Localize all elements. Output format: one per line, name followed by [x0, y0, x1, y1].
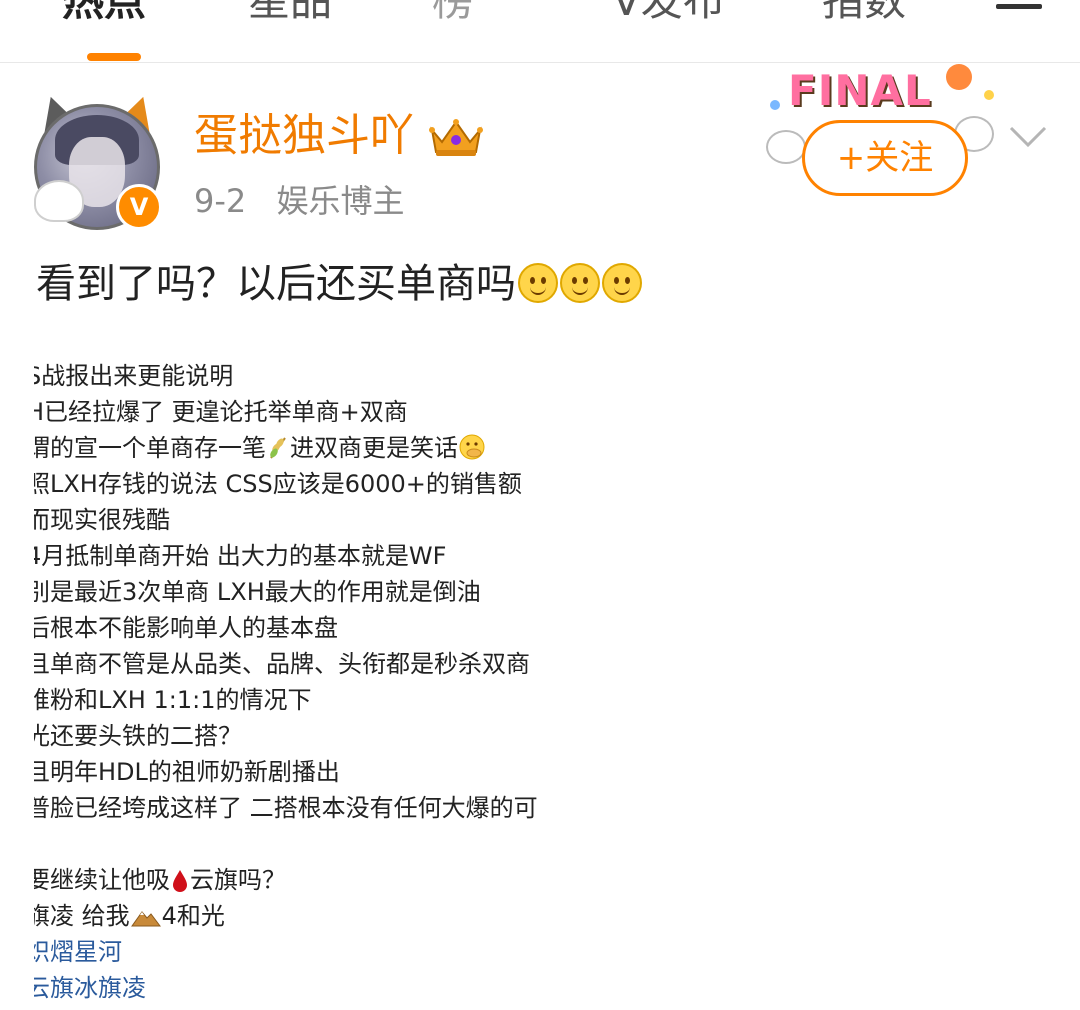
body-line: 要继续让他吸 云旗吗？	[34, 866, 286, 894]
mountain-icon	[130, 911, 161, 927]
blood-drop-icon	[173, 870, 187, 892]
top-tab-bar: 热点 星品 榜 V发布 指数	[0, 0, 1080, 63]
body-line: 光还要头铁的二搭？	[34, 722, 242, 750]
body-line: 且单商不管是从品类、品牌、头衔都是秒杀双商	[34, 650, 530, 678]
tab-hot[interactable]: 热点	[62, 0, 146, 24]
weibo-post-page: 热点 星品 榜 V发布 指数 V 蛋挞独斗吖 9-2 娱乐博主 FINAL +关…	[0, 0, 1080, 1010]
body-line: 4月抵制单商开始 出大力的基本就是WF	[34, 542, 447, 570]
body-line: 谓的宣一个单商存一笔 进双商更是笑话	[34, 430, 538, 466]
balloon-icon	[946, 64, 972, 90]
tab-star[interactable]: 星品	[248, 0, 332, 24]
hashtag-link[interactable]: 云旗冰旗凌	[34, 970, 538, 1006]
body-line: 唯粉和LXH 1:1:1的情况下	[34, 686, 312, 714]
body-line: 且明年HDL的祖师奶新剧播出	[34, 758, 340, 786]
wheat-icon	[270, 437, 286, 459]
post-date: 9-2	[194, 182, 247, 220]
ghost-sticker-icon	[34, 180, 84, 222]
decoration-logo: FINAL	[788, 66, 932, 115]
follow-button[interactable]: +关注	[802, 120, 968, 196]
post-meta: 9-2 娱乐博主	[194, 180, 404, 222]
body-line: 后根本不能影响单人的基本盘	[34, 614, 338, 642]
user-tag: 娱乐博主	[276, 182, 405, 220]
body-blank-line	[34, 826, 538, 862]
tab-v-publish[interactable]: V发布	[612, 0, 725, 24]
username[interactable]: 蛋挞独斗吖	[194, 108, 414, 164]
body-line: S战报出来更能说明	[34, 362, 234, 390]
chevron-down-icon[interactable]	[1008, 124, 1048, 150]
body-line: 照LXH存钱的说法 CSS应该是6000+的销售额	[34, 470, 522, 498]
post-title: 看到了吗？以后还买单商吗	[36, 258, 642, 310]
body-line: 别是最近3次单商 LXH最大的作用就是倒油	[34, 578, 481, 606]
moogle-icon	[766, 130, 806, 164]
tab-rank[interactable]: 榜	[432, 0, 474, 24]
active-tab-indicator	[87, 53, 141, 61]
smile-icon	[602, 263, 642, 303]
verified-badge: V	[116, 184, 162, 230]
face-hand-over-mouth-icon	[459, 434, 485, 460]
tab-index[interactable]: 指数	[822, 0, 906, 24]
smile-icon	[560, 263, 600, 303]
body-line: 旗凌 给我 4和光	[34, 902, 225, 930]
avatar[interactable]: V	[30, 91, 162, 230]
post-title-text: 看到了吗？以后还买单商吗	[36, 261, 516, 307]
crown-icon	[429, 119, 483, 156]
smile-icon	[518, 263, 558, 303]
body-line: H已经拉爆了 更遑论托举单商+双商	[34, 398, 408, 426]
post-body: S战报出来更能说明 H已经拉爆了 更遑论托举单商+双商 谓的宣一个单商存一笔 进双…	[34, 358, 542, 1010]
body-line: 普脸已经垮成这样了 二搭根本没有任何大爆的可	[34, 794, 538, 822]
hamburger-icon[interactable]	[996, 4, 1042, 9]
hashtag-link[interactable]: 炽熠星河	[34, 934, 538, 970]
body-line: 而现实很残酷	[34, 506, 170, 534]
